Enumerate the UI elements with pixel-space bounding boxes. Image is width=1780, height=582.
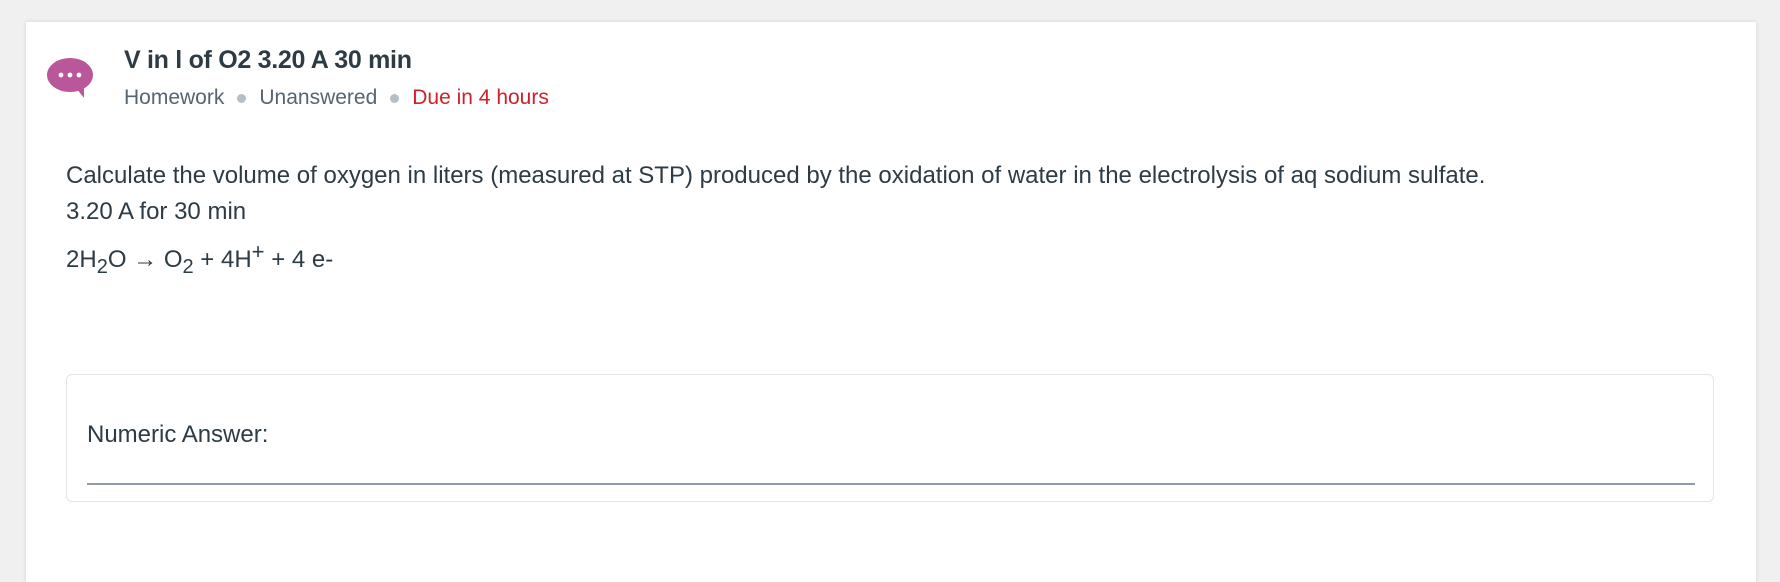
- equation-reactant-suffix: O: [107, 246, 127, 273]
- equation-product: + 4H: [200, 246, 252, 273]
- equation-product: + 4 e-: [271, 246, 334, 273]
- answer-status: Unanswered: [259, 86, 378, 109]
- separator-dot: [237, 93, 247, 103]
- equation-subscript: 2: [182, 256, 194, 278]
- due-date-label: Due in 4 hours: [412, 86, 549, 109]
- equation-charge: +: [251, 239, 265, 264]
- chemical-equation: 2H2O → O2 + 4H+ + 4 e-: [66, 234, 1485, 285]
- numeric-answer-label: Numeric Answer:: [87, 421, 269, 448]
- chat-bubble-icon: [46, 58, 94, 98]
- question-body: Calculate the volume of oxygen in liters…: [66, 158, 1485, 285]
- page-title: V in l of O2 3.20 A 30 min: [124, 46, 412, 74]
- equation-arrow: →: [133, 246, 158, 273]
- question-card: V in l of O2 3.20 A 30 min Homework Unan…: [26, 22, 1756, 582]
- assignment-type: Homework: [124, 86, 225, 109]
- question-text: Calculate the volume of oxygen in liters…: [66, 162, 1486, 189]
- equation-reactant: 2H: [66, 246, 97, 273]
- equation-product: O: [163, 246, 183, 273]
- equation-subscript: 2: [96, 256, 108, 278]
- question-conditions: 3.20 A for 30 min: [66, 198, 247, 225]
- question-meta: Homework Unanswered Due in 4 hours: [124, 86, 549, 110]
- separator-dot: [390, 93, 400, 103]
- answer-panel: Numeric Answer:: [66, 374, 1714, 502]
- numeric-answer-input[interactable]: [87, 461, 1695, 485]
